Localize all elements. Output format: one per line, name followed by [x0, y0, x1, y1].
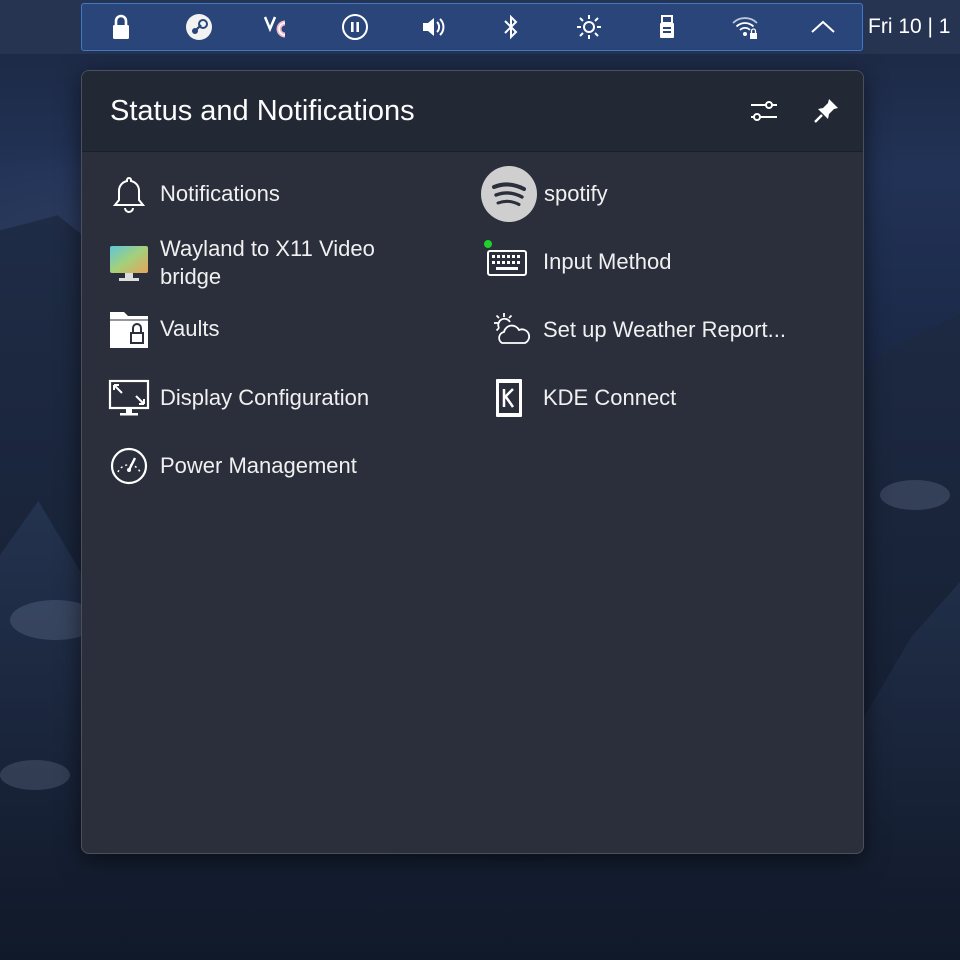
- bluetooth-icon[interactable]: [472, 3, 550, 51]
- item-label: spotify: [544, 181, 608, 206]
- display-icon: [104, 373, 154, 423]
- item-label: Display Configuration: [160, 385, 370, 410]
- media-pause-icon[interactable]: [316, 3, 394, 51]
- popup-header: Status and Notifications: [82, 71, 863, 152]
- list-item-vaults[interactable]: Vaults: [104, 304, 420, 354]
- configure-button[interactable]: [748, 95, 780, 127]
- steam-icon[interactable]: [160, 3, 238, 51]
- popup-title: Status and Notifications: [110, 94, 415, 127]
- list-item-kde-connect[interactable]: KDE Connect: [484, 373, 803, 423]
- wifi-locked-icon[interactable]: [706, 3, 784, 51]
- item-label: Wayland to X11 Video bridge: [160, 236, 375, 289]
- chevron-up-icon[interactable]: [784, 3, 862, 51]
- list-item-input-method[interactable]: Input Method: [482, 237, 803, 287]
- item-label: Set up Weather Report...: [543, 317, 786, 342]
- spotify-icon: [480, 165, 538, 223]
- item-label: KDE Connect: [543, 385, 677, 410]
- volume-icon[interactable]: [394, 3, 472, 51]
- status-dot: [484, 240, 492, 248]
- bell-icon: [104, 169, 154, 219]
- kde-connect-icon: [484, 373, 534, 423]
- list-item-video-bridge[interactable]: Wayland to X11 Video bridge: [104, 235, 420, 291]
- item-label: Vaults: [160, 316, 220, 341]
- pin-button[interactable]: [810, 95, 842, 127]
- wallpaper-snow: [0, 760, 70, 790]
- item-label: Notifications: [160, 181, 280, 206]
- list-item-display-configuration[interactable]: Display Configuration: [104, 373, 420, 423]
- clock[interactable]: Fri 10 | 1: [868, 0, 960, 54]
- wallpaper-snow: [880, 480, 950, 510]
- keyboard-icon: [482, 237, 532, 287]
- vault-icon: [104, 304, 154, 354]
- list-item-weather-report[interactable]: Set up Weather Report...: [486, 305, 843, 355]
- item-label: Power Management: [160, 453, 357, 478]
- item-label: Input Method: [543, 249, 672, 274]
- system-tray: [81, 3, 863, 51]
- status-notifications-popup: Status and Notifications Notifications W…: [81, 70, 864, 854]
- sliders-icon: [751, 101, 777, 121]
- brightness-icon[interactable]: [550, 3, 628, 51]
- vc-app-icon[interactable]: [238, 3, 316, 51]
- lock-icon[interactable]: [82, 3, 160, 51]
- pin-icon: [814, 99, 838, 123]
- video-bridge-icon: [104, 238, 154, 288]
- list-item-spotify[interactable]: spotify: [480, 165, 804, 223]
- usb-device-icon[interactable]: [628, 3, 706, 51]
- power-gauge-icon: [104, 441, 154, 491]
- list-item-notifications[interactable]: Notifications: [104, 169, 420, 219]
- weather-icon: [486, 305, 536, 355]
- list-item-power-management[interactable]: Power Management: [104, 441, 420, 491]
